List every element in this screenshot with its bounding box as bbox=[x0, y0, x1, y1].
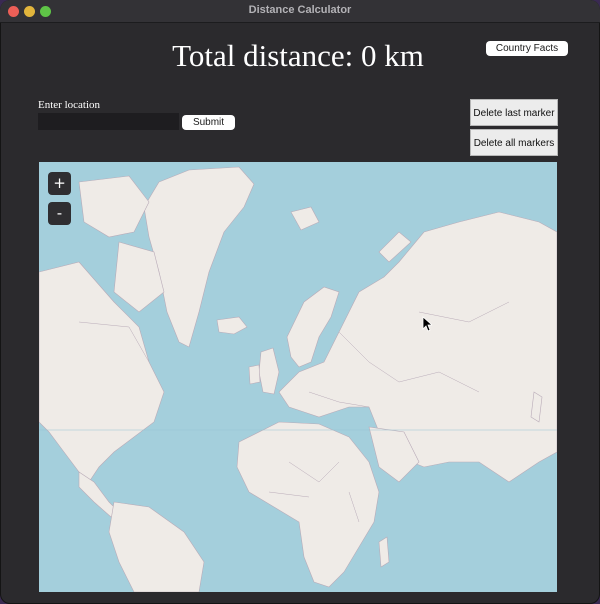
location-label: Enter location bbox=[38, 99, 101, 111]
mouse-pointer-icon bbox=[422, 316, 432, 332]
world-map[interactable]: + - bbox=[39, 162, 557, 592]
delete-all-markers-button[interactable]: Delete all markers bbox=[470, 129, 558, 156]
ireland-landmass bbox=[248, 364, 261, 385]
title-bar: Distance Calculator bbox=[0, 0, 600, 23]
submit-button[interactable]: Submit bbox=[182, 115, 235, 130]
app-window: Distance Calculator Total distance: 0 km… bbox=[0, 0, 600, 604]
iceland-landmass bbox=[216, 316, 248, 335]
madagascar-landmass bbox=[378, 536, 390, 568]
svalbard-landmass bbox=[290, 206, 320, 231]
country-facts-button[interactable]: Country Facts bbox=[486, 41, 568, 56]
arctic-islands-landmass bbox=[78, 175, 150, 238]
africa-landmass bbox=[236, 421, 380, 588]
zoom-in-button[interactable]: + bbox=[48, 172, 71, 195]
delete-last-marker-button[interactable]: Delete last marker bbox=[470, 99, 558, 126]
britain-landmass bbox=[258, 347, 280, 395]
location-input[interactable] bbox=[38, 113, 179, 130]
window-title: Distance Calculator bbox=[248, 4, 352, 16]
south-america-landmass bbox=[108, 501, 205, 592]
map-tiles[interactable] bbox=[39, 162, 557, 592]
zoom-out-button[interactable]: - bbox=[48, 202, 71, 225]
